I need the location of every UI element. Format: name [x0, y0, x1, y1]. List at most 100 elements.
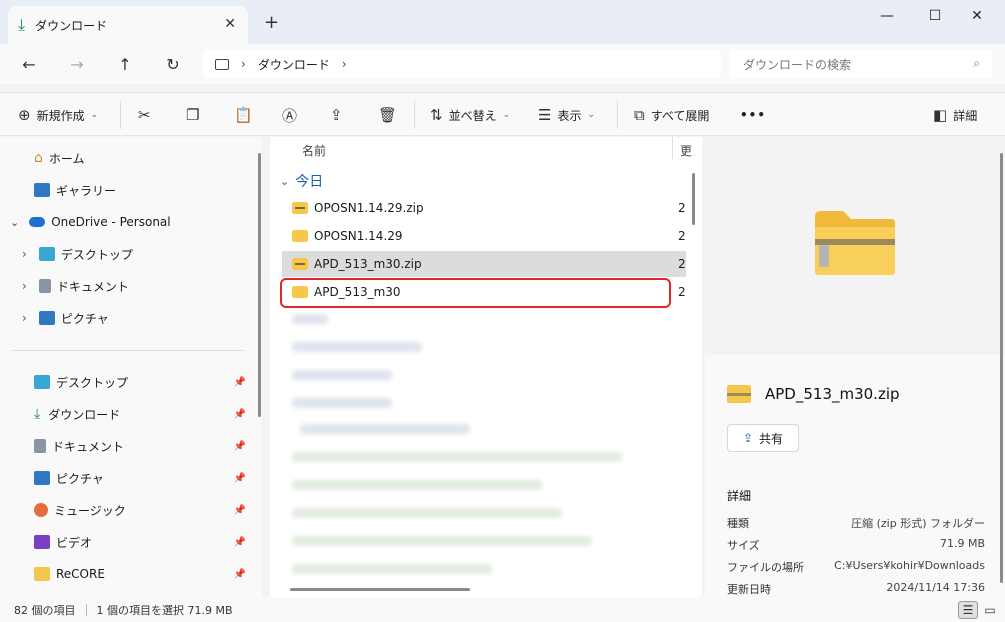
sort-button[interactable]: ⇅ 並べ替え ⌄ — [430, 103, 510, 127]
sidebar-item-label: ドキュメント — [56, 279, 129, 294]
pin-icon[interactable]: 📌 — [234, 377, 246, 388]
sidebar-scrollbar[interactable] — [258, 153, 261, 417]
group-label: 今日 — [295, 174, 324, 190]
chevron-down-icon[interactable]: ⌄ — [10, 216, 19, 229]
view-button[interactable]: ☰ 表示 ⌄ — [538, 103, 595, 127]
computer-icon — [215, 58, 229, 70]
details-pane-icon: ◧ — [933, 106, 948, 124]
sidebar-item-onedrive-desktop[interactable]: › デスクトップ — [22, 241, 133, 267]
cut-button[interactable]: ✂ — [138, 103, 151, 127]
delete-button[interactable]: 🗑 — [378, 103, 397, 127]
preview-area — [705, 137, 1005, 355]
blurred-row — [292, 398, 392, 408]
file-row[interactable]: APD_513_m30 2 — [282, 279, 686, 305]
pin-icon[interactable]: 📌 — [234, 441, 246, 452]
column-divider[interactable] — [672, 137, 673, 159]
sidebar-item-label: ギャラリー — [56, 183, 117, 198]
sidebar-item-documents[interactable]: ドキュメント 📌 — [34, 433, 260, 459]
sidebar-item-onedrive-documents[interactable]: › ドキュメント — [22, 273, 129, 299]
refresh-button[interactable]: ↻ — [160, 52, 186, 76]
up-button[interactable]: ↑ — [112, 52, 138, 76]
tab-downloads[interactable]: ⤓ ダウンロード ✕ — [8, 6, 248, 44]
blurred-row — [292, 342, 422, 352]
item-count: 82 個の項目 — [14, 603, 76, 617]
tab-title: ダウンロード — [35, 18, 108, 33]
blurred-row — [292, 564, 492, 574]
pin-icon[interactable]: 📌 — [234, 409, 246, 420]
sidebar-item-label: デスクトップ — [60, 247, 133, 262]
new-button[interactable]: ⊕ 新規作成 ⌄ — [18, 103, 98, 127]
tiles-view-button[interactable]: ▭ — [980, 601, 1000, 619]
folder-icon — [34, 567, 50, 581]
property-row: サイズ 71.9 MB — [727, 537, 985, 553]
search-input[interactable]: ダウンロードの検索 ⌕ — [729, 49, 992, 79]
copy-icon: ❐ — [186, 106, 200, 124]
file-row[interactable]: OPOSN1.14.29.zip 2 — [282, 195, 686, 221]
horizontal-scrollbar[interactable] — [290, 588, 470, 591]
file-date: 2 — [678, 285, 686, 299]
back-button[interactable]: ← — [16, 52, 42, 76]
minimize-button[interactable]: — — [872, 6, 902, 26]
close-tab-icon[interactable]: ✕ — [224, 16, 236, 32]
music-icon — [34, 503, 48, 517]
property-value: 71.9 MB — [939, 537, 985, 550]
address-bar[interactable]: › ダウンロード › — [203, 49, 721, 79]
sidebar-item-label: OneDrive - Personal — [51, 215, 171, 229]
tiles-view-icon: ▭ — [984, 603, 996, 617]
file-row[interactable]: OPOSN1.14.29 2 — [282, 223, 686, 249]
column-header-date[interactable]: 更 — [680, 142, 692, 159]
pin-icon[interactable]: 📌 — [234, 505, 246, 516]
group-header-today[interactable]: ⌄ 今日 — [280, 171, 323, 191]
sidebar-item-music[interactable]: ミュージック 📌 — [34, 497, 260, 523]
plus-circle-icon: ⊕ — [18, 106, 31, 124]
paste-button[interactable]: 📋 — [234, 103, 253, 127]
chevron-right-icon[interactable]: › — [22, 311, 27, 325]
close-window-button[interactable]: ✕ — [962, 6, 992, 26]
download-icon: ⤓ — [18, 15, 26, 34]
breadcrumb-separator[interactable]: › — [342, 57, 347, 71]
divider — [617, 101, 618, 129]
sidebar-item-onedrive-pictures[interactable]: › ピクチャ — [22, 305, 109, 331]
copy-button[interactable]: ❐ — [186, 103, 199, 127]
sidebar-item-downloads[interactable]: ⤓ ダウンロード 📌 — [34, 401, 260, 427]
file-row-selected[interactable]: APD_513_m30.zip 2 — [282, 251, 686, 277]
details-file-name: APD_513_m30.zip — [765, 385, 900, 403]
sidebar-item-home[interactable]: ⌂ ホーム — [34, 145, 85, 171]
details-scrollbar[interactable] — [1000, 153, 1003, 583]
pin-icon[interactable]: 📌 — [234, 569, 246, 580]
maximize-button[interactable]: ☐ — [920, 6, 950, 26]
share-button[interactable]: ⇪ 共有 — [727, 424, 799, 452]
desktop-icon — [38, 247, 55, 261]
rename-button[interactable]: Ⓐ — [282, 103, 297, 127]
pin-icon[interactable]: 📌 — [234, 537, 246, 548]
sidebar-item-pictures[interactable]: ピクチャ 📌 — [34, 465, 260, 491]
sidebar-item-recore[interactable]: ReCORE 📌 — [34, 561, 260, 587]
clipboard-icon: 📋 — [234, 106, 253, 124]
blurred-content — [286, 312, 686, 580]
share-icon: ⇪ — [742, 431, 754, 445]
sort-label: 並べ替え — [448, 108, 497, 123]
sidebar-item-label: ReCORE — [56, 567, 105, 581]
sort-icon: ⇅ — [430, 106, 443, 124]
share-button[interactable]: ⇪ — [330, 103, 343, 127]
selection-info: 1 個の項目を選択 71.9 MB — [96, 603, 233, 617]
chevron-right-icon[interactable]: › — [22, 279, 27, 293]
extract-all-button[interactable]: ⧉ すべて展開 — [634, 103, 709, 127]
sidebar-item-videos[interactable]: ビデオ 📌 — [34, 529, 260, 555]
new-label: 新規作成 — [36, 108, 85, 123]
more-button[interactable]: ••• — [740, 103, 766, 127]
details-pane-button[interactable]: ◧ 詳細 — [933, 103, 977, 127]
chevron-right-icon[interactable]: › — [22, 247, 27, 261]
trash-icon: 🗑 — [378, 106, 398, 124]
file-list-scrollbar[interactable] — [692, 173, 695, 225]
sidebar-item-desktop[interactable]: デスクトップ 📌 — [34, 369, 260, 395]
pin-icon[interactable]: 📌 — [234, 473, 246, 484]
column-header-name[interactable]: 名前 — [302, 142, 326, 159]
sidebar-item-gallery[interactable]: ギャラリー — [34, 177, 116, 203]
details-view-button[interactable]: ☰ — [958, 601, 978, 619]
breadcrumb-separator: › — [241, 57, 246, 71]
forward-button[interactable]: → — [64, 52, 90, 76]
new-tab-button[interactable]: + — [264, 12, 279, 33]
sidebar-item-onedrive[interactable]: ⌄ OneDrive - Personal — [10, 209, 171, 235]
breadcrumb-downloads[interactable]: ダウンロード — [258, 56, 330, 73]
